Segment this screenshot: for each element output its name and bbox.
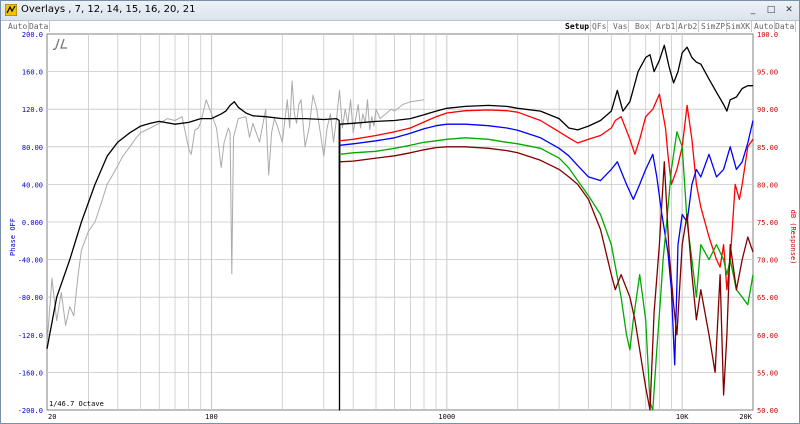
close-icon[interactable]: ✕ — [782, 3, 796, 17]
right-tick-label: 95.00 — [757, 69, 778, 77]
tab-box[interactable]: Box — [634, 21, 652, 32]
left-tick-label: 160.0 — [22, 69, 43, 77]
window-title: Overlays , 7, 12, 14, 15, 16, 20, 21 — [21, 4, 196, 15]
right-tick-label: 55.00 — [757, 369, 778, 377]
tab-simzp[interactable]: SimZP — [700, 21, 728, 32]
app-icon — [5, 4, 17, 16]
right-tick-label: 70.00 — [757, 257, 778, 265]
left-data-button[interactable]: Data — [28, 21, 51, 32]
tab-qfs[interactable]: QFs — [591, 21, 609, 32]
x-axis-ticks: 20 100 1000 10K 20K — [48, 413, 753, 421]
x-tick-label: 100 — [205, 413, 218, 421]
left-tick-label: 80.00 — [22, 144, 43, 152]
left-axis-title: Phase OFF — [9, 218, 17, 256]
tab-simxk[interactable]: SimXK — [725, 21, 753, 32]
left-tick-label: -160.0 — [18, 369, 43, 377]
left-tick-label: -120.0 — [18, 332, 43, 340]
x-tick-label: 10K — [676, 413, 689, 421]
tab-arb2[interactable]: Arb2 — [677, 21, 700, 32]
left-tick-label: 40.00 — [22, 181, 43, 189]
right-tick-label: 50.00 — [757, 407, 778, 415]
right-tick-label: 75.00 — [757, 219, 778, 227]
x-tick-label: 20K — [739, 413, 752, 421]
left-tick-label: 120.0 — [22, 106, 43, 114]
x-tick-label: 20 — [48, 413, 56, 421]
smoothing-label: 1/46.7 Octave — [49, 400, 104, 408]
minimize-icon[interactable]: _ — [746, 3, 760, 17]
right-data-button[interactable]: Data — [774, 21, 797, 32]
tab-vas[interactable]: Vas — [612, 21, 630, 32]
maximize-icon[interactable]: □ — [764, 3, 778, 17]
left-auto-button[interactable]: Auto — [7, 21, 30, 32]
right-auto-button[interactable]: Auto — [753, 21, 776, 32]
left-tick-label: 0.000 — [22, 219, 43, 227]
left-axis-ticks: 200.0 160.0 120.0 80.00 40.00 0.000 -40.00 -80.… — [18, 32, 43, 415]
tab-setup[interactable]: Setup — [564, 21, 592, 32]
title-bar[interactable]: Overlays , 7, 12, 14, 15, 16, 20, 21 _ □… — [1, 1, 799, 21]
right-tick-label: 65.00 — [757, 294, 778, 302]
x-tick-label: 1000 — [438, 413, 455, 421]
left-tick-label: -80.00 — [18, 294, 43, 302]
right-tick-label: 85.00 — [757, 144, 778, 152]
right-axis-ticks: 100.0 95.00 90.00 85.00 80.00 75.00 70.00 65.00… — [757, 32, 778, 415]
right-tick-label: 90.00 — [757, 106, 778, 114]
right-tick-label: 100.0 — [757, 32, 778, 39]
right-tick-label: 60.00 — [757, 332, 778, 340]
tab-arb1[interactable]: Arb1 — [655, 21, 678, 32]
right-tick-label: 80.00 — [757, 181, 778, 189]
left-tick-label: -40.00 — [18, 257, 43, 265]
response-chart[interactable]: 200.0 160.0 120.0 80.00 40.00 0.000 -40.00 -80.… — [1, 32, 799, 424]
left-tick-label: 200.0 — [22, 32, 43, 39]
left-tick-label: -200.0 — [18, 407, 43, 415]
overlays-window: Overlays , 7, 12, 14, 15, 16, 20, 21 _ □… — [0, 0, 800, 424]
right-axis-title: dB (Response) — [789, 210, 797, 265]
